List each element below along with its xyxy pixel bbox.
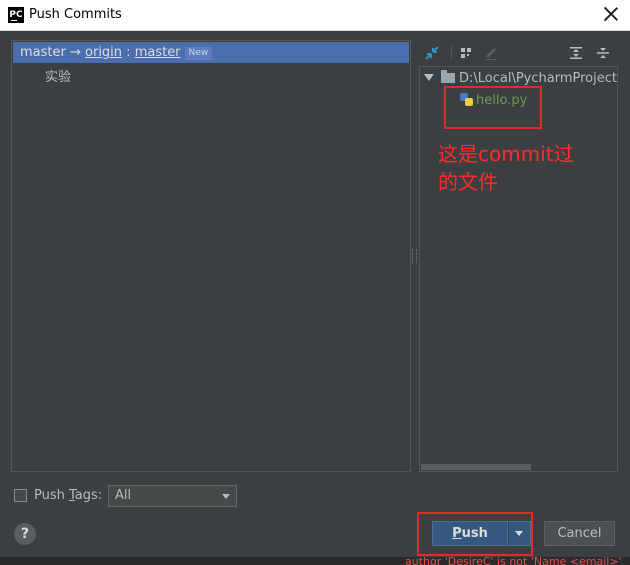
edit-icon[interactable] [483,45,499,61]
title-bar: PC Push Commits [0,0,630,31]
window-title: Push Commits [29,7,122,22]
local-branch: master [20,45,66,60]
group-by-icon[interactable] [458,45,474,61]
background-warning-text: author 'DesireC' is not 'Name <email>' [405,557,622,565]
annotation-line-2: 的文件 [438,170,498,194]
push-tags-label: Push Tags: [34,488,103,503]
annotation-line-1: 这是commit过 [438,142,574,166]
push-arrow: → [65,45,86,60]
tags-select-value: All [115,488,132,503]
toolbar-separator [451,46,452,60]
remote-link[interactable]: origin [85,45,122,60]
pycharm-app-icon: PC [8,7,24,23]
push-dropdown-button[interactable] [508,521,531,546]
background-ide-strip: author 'DesireC' is not 'Name <email>' [0,557,630,565]
branch-separator: : [122,45,135,60]
expand-all-icon[interactable] [568,45,584,61]
target-branch-link[interactable]: master [135,45,181,60]
help-button[interactable]: ? [14,523,36,545]
push-button[interactable]: Push [432,521,508,546]
chevron-down-icon [222,494,230,499]
tags-select[interactable]: All [108,485,237,507]
chevron-down-icon[interactable] [424,74,434,81]
close-icon[interactable] [602,5,620,23]
folder-icon [441,70,455,83]
splitter-handle[interactable] [412,249,417,263]
cancel-button[interactable]: Cancel [544,521,615,546]
new-branch-badge: New [184,47,213,60]
annotation-text: 这是commit过 的文件 [438,140,598,196]
commits-panel: master → origin : master New 实验 [11,40,411,472]
horizontal-scrollbar[interactable] [421,464,531,470]
tree-root-node[interactable]: D:\Local\PycharmProjects\2 [424,70,617,86]
root-path: D:\Local\PycharmProjects\2 [459,71,617,86]
collapse-all-icon[interactable] [595,45,611,61]
commit-list-item[interactable]: 实验 [45,66,71,85]
annotation-file-box [444,86,542,129]
push-tags-checkbox[interactable] [14,489,27,502]
branch-push-row[interactable]: master → origin : master New [13,42,409,63]
expand-all-changes-icon[interactable] [424,45,440,61]
